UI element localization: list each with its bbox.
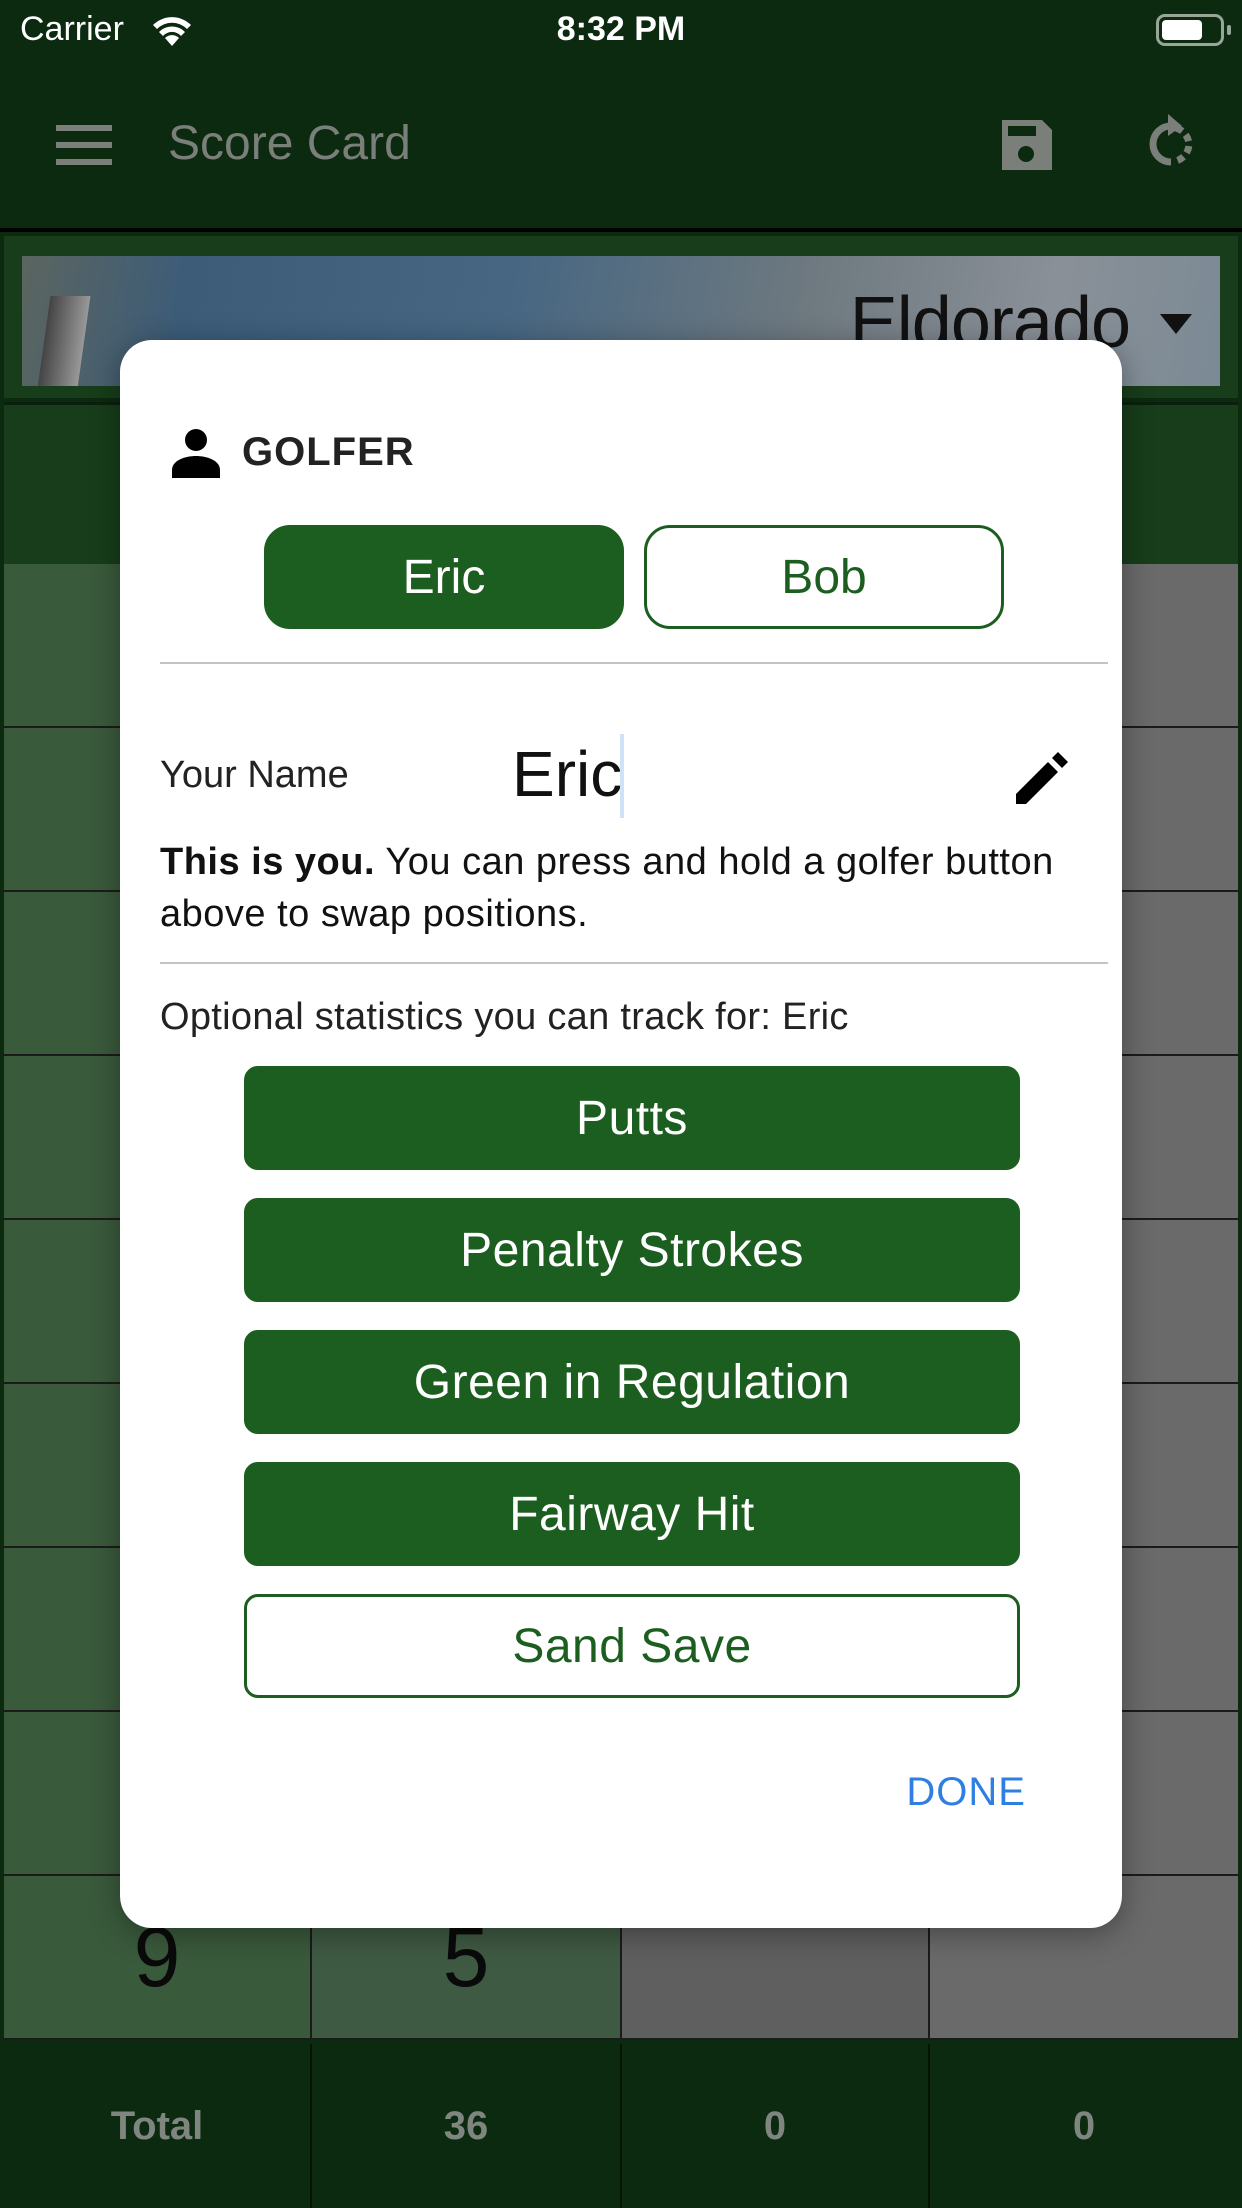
page-title: Score Card xyxy=(168,117,411,170)
totals-row: Total 36 0 0 xyxy=(4,2044,1238,2208)
status-bar: Carrier 8:32 PM xyxy=(0,0,1242,60)
hint-text: This is you. You can press and hold a go… xyxy=(160,836,1080,940)
dialog-header: GOLFER xyxy=(168,424,415,480)
total-label: Total xyxy=(4,2044,312,2208)
name-row: Your Name xyxy=(160,718,1080,828)
total-player-1: 0 xyxy=(622,2044,930,2208)
stats-list: Putts Penalty Strokes Green in Regulatio… xyxy=(244,1066,1020,1726)
golfer-dialog: GOLFER Eric Bob Your Name This is you. Y… xyxy=(120,340,1122,1928)
dialog-title: GOLFER xyxy=(242,429,415,474)
name-label: Your Name xyxy=(160,754,349,796)
dropdown-caret-icon xyxy=(1160,314,1192,334)
divider xyxy=(160,662,1108,664)
flag-pole-image xyxy=(37,296,91,386)
stat-toggle-penalty-strokes[interactable]: Penalty Strokes xyxy=(244,1198,1020,1302)
refresh-icon[interactable] xyxy=(1140,112,1202,174)
pencil-icon[interactable] xyxy=(1012,748,1072,808)
stat-toggle-green-in-regulation[interactable]: Green in Regulation xyxy=(244,1330,1020,1434)
total-par: 36 xyxy=(312,2044,622,2208)
golfer-button-bob[interactable]: Bob xyxy=(644,525,1004,629)
divider xyxy=(160,962,1108,964)
clock: 8:32 PM xyxy=(556,10,686,48)
app-bar: Score Card xyxy=(0,60,1242,228)
stat-toggle-sand-save[interactable]: Sand Save xyxy=(244,1594,1020,1698)
stat-toggle-fairway-hit[interactable]: Fairway Hit xyxy=(244,1462,1020,1566)
save-icon[interactable] xyxy=(998,116,1054,172)
person-icon xyxy=(172,429,220,478)
name-input[interactable] xyxy=(512,726,992,822)
total-player-2: 0 xyxy=(1072,2103,1096,2148)
hint-bold: This is you. xyxy=(160,841,376,883)
golfer-selector: Eric Bob xyxy=(264,525,1004,629)
text-cursor xyxy=(620,734,624,818)
done-button[interactable]: DONE xyxy=(906,1770,1026,1815)
battery-icon xyxy=(1156,14,1231,46)
menu-icon[interactable] xyxy=(56,125,112,165)
stats-caption: Optional statistics you can track for: E… xyxy=(160,996,849,1038)
stat-toggle-putts[interactable]: Putts xyxy=(244,1066,1020,1170)
golfer-button-eric[interactable]: Eric xyxy=(264,525,624,629)
